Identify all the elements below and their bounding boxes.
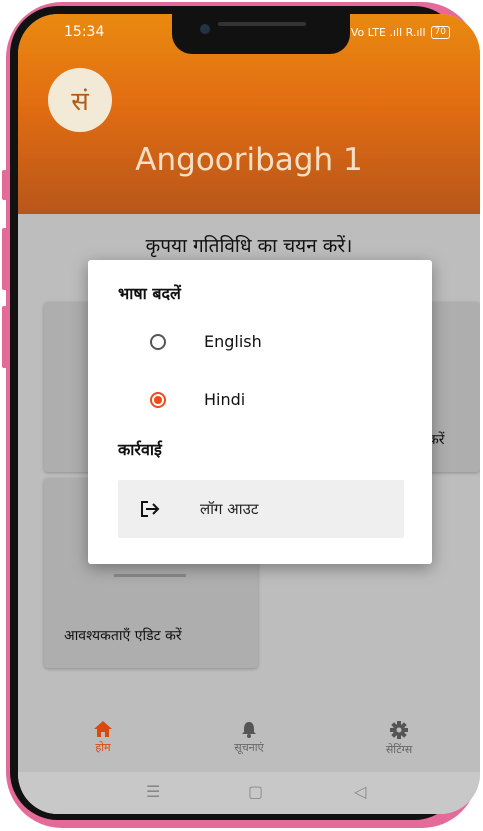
nav-label: सूचनाएं: [234, 741, 264, 754]
nav-label: सेटिंग्स: [385, 743, 413, 756]
page-title: Angooribagh 1: [135, 142, 363, 178]
home-icon: [94, 721, 112, 737]
nav-item-notifications[interactable]: सूचनाएं: [204, 720, 294, 755]
logout-icon: [138, 499, 164, 519]
status-time: 15:34: [64, 24, 105, 40]
action-section-title: कार्रवाई: [118, 440, 162, 459]
app-screen: 15:34 Vo LTE .ıll R.ıll 70 सं Angooribag…: [18, 14, 480, 814]
speaker: [218, 22, 306, 26]
card-illustration: [114, 574, 186, 577]
language-option-label: Hindi: [204, 390, 246, 409]
language-option-hindi[interactable]: Hindi: [150, 390, 245, 409]
radio-selected-icon[interactable]: [150, 391, 166, 408]
app-logo: सं: [48, 68, 112, 132]
recent-apps-icon[interactable]: ☰: [146, 782, 160, 801]
status-icons: Vo LTE .ıll R.ıll 70: [351, 26, 450, 39]
language-section-title: भाषा बदलें: [118, 284, 181, 303]
logout-button[interactable]: लॉग आउट: [118, 480, 404, 538]
battery-icon: 70: [430, 26, 450, 39]
language-option-english[interactable]: English: [150, 332, 262, 351]
activity-card-label: आवश्यकताएँ एडिट करें: [64, 628, 182, 644]
bell-icon: [242, 722, 256, 738]
phone-side-button: [2, 228, 8, 290]
bottom-nav: होम सूचनाएं सेटिंग्स: [18, 710, 480, 772]
logout-label: लॉग आउट: [200, 500, 259, 518]
nav-item-settings[interactable]: सेटिंग्स: [354, 720, 444, 757]
settings-dialog: भाषा बदलें English Hindi कार्रवाई लॉग आउ…: [88, 260, 432, 564]
signal-icon: Vo LTE .ıll R.ıll: [350, 26, 426, 39]
front-camera: [200, 24, 210, 34]
activity-prompt: कृपया गतिविधि का चयन करें।: [145, 235, 353, 257]
system-nav-bar: ☰ ▢ ◁: [18, 772, 480, 814]
gear-icon: [390, 721, 408, 739]
language-option-label: English: [204, 332, 262, 351]
radio-unselected-icon[interactable]: [150, 333, 166, 350]
home-square-icon[interactable]: ▢: [248, 782, 263, 801]
phone-side-button: [2, 170, 8, 200]
phone-side-button: [2, 306, 8, 368]
camera-notch: [172, 14, 350, 54]
nav-item-home[interactable]: होम: [58, 720, 148, 755]
nav-label: होम: [95, 741, 111, 754]
back-triangle-icon[interactable]: ◁: [354, 782, 366, 801]
